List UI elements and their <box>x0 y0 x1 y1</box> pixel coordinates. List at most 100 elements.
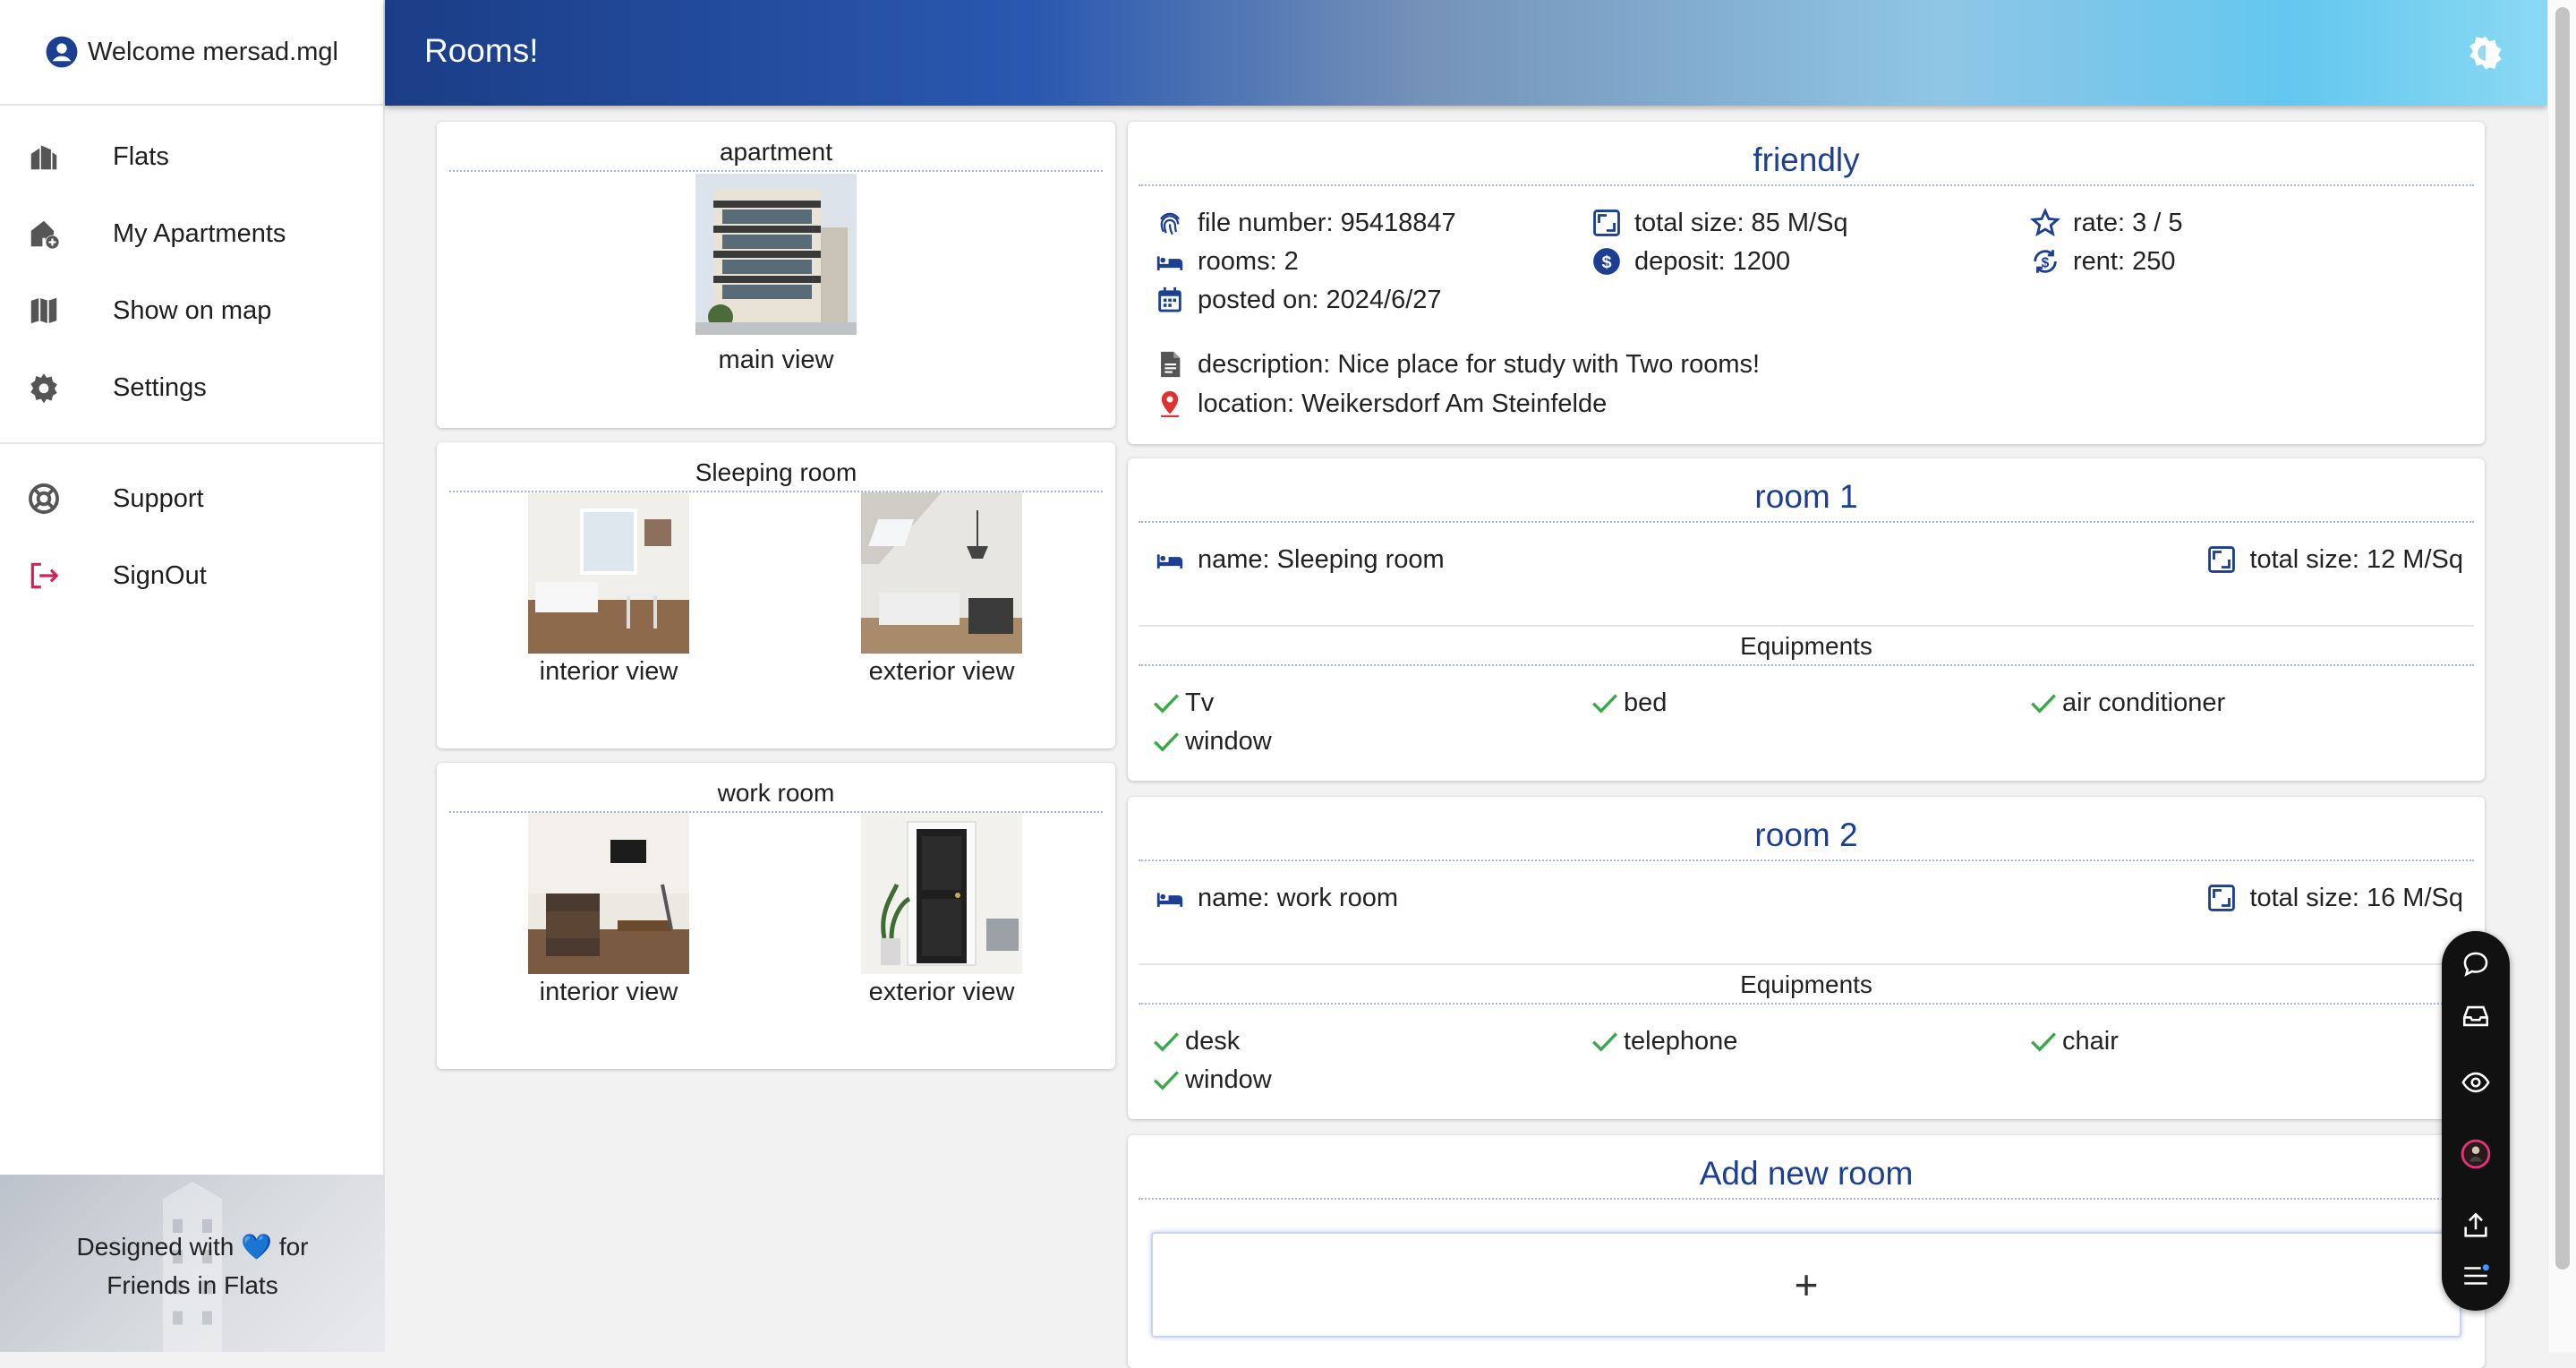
scrollbar-thumb[interactable] <box>2555 7 2570 1270</box>
lifebuoy-icon <box>27 482 61 516</box>
equipment-item: window <box>1151 1064 1272 1095</box>
sidebar-item-flats[interactable]: Flats <box>0 118 383 195</box>
recurring-dollar-icon: $ <box>2034 250 2057 273</box>
room-total-size: total size: 16 M/Sq <box>2206 883 2463 913</box>
flat-posted-on-text: posted on: 2024/6/27 <box>1198 285 1442 314</box>
equipment-item: air conditioner <box>2028 688 2225 718</box>
add-room-button[interactable]: + <box>1151 1232 2461 1338</box>
star-icon <box>2030 208 2060 237</box>
flat-deposit: $ deposit: 1200 <box>1591 246 1790 277</box>
chat-icon[interactable] <box>2459 947 2493 981</box>
equipment-item: desk <box>1151 1026 1240 1056</box>
equipment-label: telephone <box>1624 1026 1738 1056</box>
sleeping-room-exterior-photo[interactable] <box>861 492 1022 654</box>
calendar-icon <box>1158 286 1181 312</box>
equipment-item: bed <box>1590 688 1667 718</box>
flat-title: friendly <box>1139 141 2474 186</box>
avatar[interactable] <box>2459 1137 2493 1171</box>
work-room-exterior-photo[interactable] <box>861 813 1022 974</box>
inbox-icon[interactable] <box>2459 999 2493 1033</box>
flat-rent-text: rent: 250 <box>2073 246 2176 276</box>
check-icon <box>1154 694 1179 714</box>
room-name: name: Sleeping room <box>1155 544 1445 575</box>
page-scrollbar[interactable] <box>2547 0 2576 1352</box>
menu-icon[interactable] <box>2459 1259 2493 1293</box>
bed-icon <box>1156 554 1183 569</box>
area-icon <box>2208 885 2236 911</box>
check-icon <box>1592 694 1617 714</box>
sidebar-item-label: My Apartments <box>113 218 286 248</box>
sidebar-item-show-on-map[interactable]: Show on map <box>0 272 383 349</box>
plus-icon: + <box>1794 1261 1819 1308</box>
account-icon <box>46 36 78 68</box>
sidebar-item-my-apartments[interactable]: My Apartments <box>0 195 383 272</box>
svg-text:$: $ <box>2042 255 2050 270</box>
bed-icon <box>1156 256 1183 270</box>
photo-caption: exterior view <box>868 657 1015 686</box>
signout-icon <box>27 559 61 593</box>
sleeping-room-interior-photo[interactable] <box>528 492 689 654</box>
photo-caption: interior view <box>539 978 678 1006</box>
sidebar-item-label: SignOut <box>113 560 207 590</box>
fingerprint-icon <box>1160 212 1180 235</box>
document-icon <box>1161 351 1181 378</box>
work-room-interior-photo[interactable] <box>528 813 689 974</box>
room-total-size: total size: 12 M/Sq <box>2206 544 2463 575</box>
buildings-icon <box>27 140 61 174</box>
theme-toggle-icon[interactable] <box>2467 34 2504 72</box>
gallery-card-title: Sleeping room <box>449 458 1103 492</box>
dollar-icon: $ <box>1593 248 1620 275</box>
floating-toolbar <box>2442 931 2510 1311</box>
flat-details-card: friendly file number: 95418847 total siz… <box>1128 122 2485 444</box>
room-title: room 2 <box>1139 817 2474 861</box>
eye-icon[interactable] <box>2459 1065 2493 1099</box>
gear-icon <box>27 371 61 405</box>
sidebar-item-settings[interactable]: Settings <box>0 349 383 426</box>
equipment-item: chair <box>2028 1026 2119 1056</box>
gallery-card-work-room: work room interior view exterior view <box>437 763 1115 1069</box>
check-icon <box>2031 694 2056 714</box>
check-icon <box>1592 1032 1617 1052</box>
sidebar-item-label: Support <box>113 483 204 513</box>
gallery-card-title: apartment <box>449 138 1103 172</box>
gallery-card-sleeping-room: Sleeping room interior view exterior vie… <box>437 442 1115 748</box>
flat-rate: rate: 3 / 5 <box>2030 208 2183 238</box>
photo-caption: main view <box>718 346 834 374</box>
flat-deposit-text: deposit: 1200 <box>1634 246 1791 276</box>
equipments-title: Equipments <box>1139 963 2474 1005</box>
house-add-icon <box>27 217 61 251</box>
room-name: name: work room <box>1155 883 1398 913</box>
sidebar: Welcome mersad.mgl Flats My Apartments S… <box>0 0 385 1352</box>
app-header: Rooms! <box>385 0 2547 106</box>
apartment-main-photo[interactable] <box>695 174 857 335</box>
share-icon[interactable] <box>2459 1209 2493 1243</box>
flat-description: description: Nice place for study with T… <box>1155 349 1760 380</box>
equipments-title: Equipments <box>1139 625 2474 666</box>
equipment-item: window <box>1151 726 1272 757</box>
welcome-user[interactable]: Welcome mersad.mgl <box>0 0 383 106</box>
sidebar-item-signout[interactable]: SignOut <box>0 537 383 614</box>
area-icon <box>2208 546 2236 573</box>
equipment-label: bed <box>1624 688 1668 717</box>
welcome-text: Welcome mersad.mgl <box>88 37 338 66</box>
heart-icon: 💙 <box>241 1233 273 1261</box>
flat-rent: $ rent: 250 <box>2030 246 2175 277</box>
area-icon <box>1593 209 1620 236</box>
photo-caption: interior view <box>539 657 678 686</box>
flat-posted-on: posted on: 2024/6/27 <box>1155 285 1442 315</box>
equipment-label: Tv <box>1185 688 1215 717</box>
room-name-text: name: work room <box>1198 883 1399 912</box>
flat-total-size-text: total size: 85 M/Sq <box>1634 208 1848 237</box>
flat-rooms: rooms: 2 <box>1155 246 1299 277</box>
location-pin-icon <box>1161 390 1179 418</box>
check-icon <box>1154 1071 1179 1090</box>
check-icon <box>1154 732 1179 752</box>
page-title: Rooms! <box>424 32 539 69</box>
equipment-label: window <box>1185 1064 1272 1094</box>
equipment-label: air conditioner <box>2062 688 2226 717</box>
sidebar-item-support[interactable]: Support <box>0 460 383 537</box>
sidebar-item-label: Settings <box>113 372 207 402</box>
flat-total-size: total size: 85 M/Sq <box>1591 208 1848 238</box>
equipment-label: desk <box>1185 1026 1241 1056</box>
photo-caption: exterior view <box>868 978 1015 1006</box>
